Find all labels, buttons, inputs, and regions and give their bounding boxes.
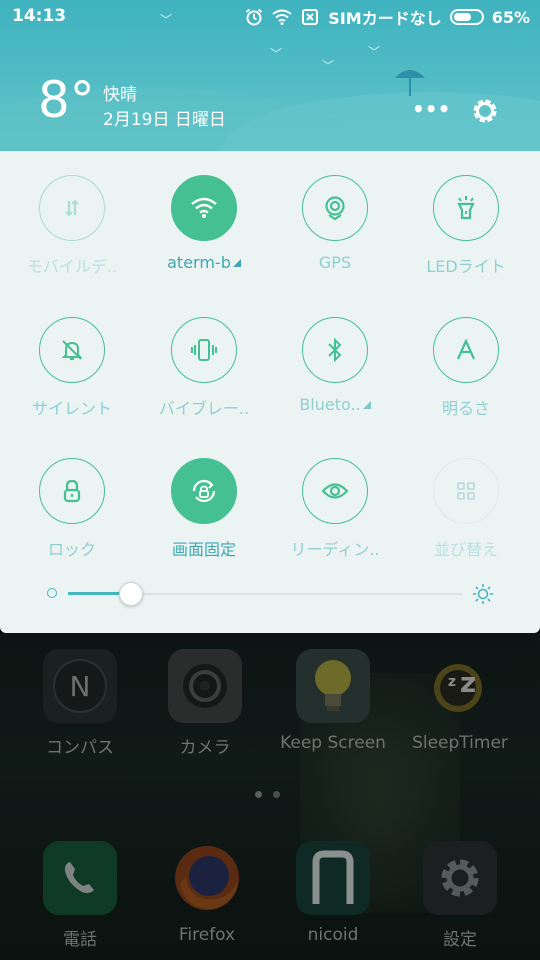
status-icons: SIMカードなし 65% (244, 5, 530, 29)
firefox-icon[interactable] (170, 841, 244, 915)
app-label: カメラ (179, 738, 231, 758)
app-camera[interactable]: カメラ (140, 633, 270, 758)
app-label: 設定 (443, 930, 477, 950)
tile-label: ロック (47, 540, 96, 559)
tile-mobile-data[interactable]: モバイルデ.. (7, 175, 137, 295)
tile-bluetooth[interactable]: Blueto.. (270, 317, 400, 437)
app-label: 電話 (63, 930, 97, 950)
tile-label: 画面固定 (171, 540, 236, 559)
tile-label: 明るさ (441, 399, 490, 418)
bird-decoration: ﹀ (270, 47, 283, 61)
home-screen: N コンパス カメラ Keep Screen zz SleepTimer 電話 (0, 633, 540, 960)
tile-screen-pin[interactable]: 画面固定 (139, 458, 269, 578)
tile-label: Blueto.. (270, 395, 400, 414)
temperature: 8° (38, 71, 95, 129)
status-time: 14:13 (12, 6, 67, 26)
app-label: nicoid (307, 925, 359, 945)
brightness-slider[interactable] (40, 579, 500, 609)
app-nicoid[interactable]: nicoid (268, 825, 398, 945)
umbrella-icon (395, 70, 425, 96)
battery-percent: 65% (491, 7, 530, 27)
tile-wifi[interactable]: aterm-b (139, 175, 269, 295)
app-label: SleepTimer (412, 733, 508, 753)
dropdown-triangle-icon (362, 401, 371, 409)
tile-label: 並び替え (433, 540, 498, 559)
tile-label: リーディン.. (290, 540, 380, 559)
sleep-timer-icon[interactable]: zz (423, 649, 497, 723)
app-firefox[interactable]: Firefox (142, 825, 272, 945)
tile-reading-mode[interactable]: リーディン.. (270, 458, 400, 578)
alarm-icon (244, 7, 264, 27)
bird-decoration: ﹀ (368, 45, 381, 59)
flashlight-icon[interactable] (433, 175, 499, 241)
status-bar: 14:13 SIMカードなし 65% (0, 0, 540, 32)
bluetooth-icon[interactable] (302, 317, 368, 383)
rotation-lock-icon[interactable] (171, 458, 237, 524)
tile-label: サイレント (31, 399, 112, 418)
bird-decoration: ﹀ (322, 59, 335, 73)
wifi-icon (272, 7, 292, 27)
tile-label: バイブレー.. (158, 399, 250, 418)
tile-label: モバイルデ.. (26, 257, 118, 276)
app-label: Firefox (178, 925, 236, 945)
app-phone[interactable]: 電話 (15, 825, 145, 950)
mobile-data-icon[interactable] (39, 175, 105, 241)
wifi-icon[interactable] (171, 175, 237, 241)
carrier-text: SIMカードなし (328, 9, 442, 28)
quick-settings-panel: モバイルデ.. aterm-b GPS LEDライト サイレント バイブレー.. (0, 151, 540, 633)
notification-header: ﹀ ﹀ ﹀ ﹀ 14:13 SIMカードなし 65% 8° 快晴 2月19日 日… (0, 0, 540, 152)
auto-brightness-icon[interactable] (433, 317, 499, 383)
svg-text:z: z (460, 666, 476, 699)
eye-icon[interactable] (302, 458, 368, 524)
no-sim-icon (300, 7, 320, 27)
page-dot (273, 791, 280, 798)
weather-date: 2月19日 日曜日 (103, 110, 226, 130)
svg-text:z: z (448, 674, 456, 690)
tile-silent[interactable]: サイレント (7, 317, 137, 437)
svg-text:N: N (70, 670, 91, 703)
dropdown-triangle-icon (232, 259, 241, 267)
phone-icon[interactable] (43, 841, 117, 915)
app-settings[interactable]: 設定 (395, 825, 525, 950)
tile-reorder[interactable]: 並び替え (401, 458, 531, 578)
settings-icon[interactable] (423, 841, 497, 915)
compass-icon[interactable]: N (43, 649, 117, 723)
app-label: コンパス (46, 738, 114, 758)
nicoid-icon[interactable] (296, 841, 370, 915)
slider-thumb[interactable] (119, 582, 144, 606)
brightness-high-icon (473, 584, 493, 604)
tile-label: aterm-b (139, 253, 269, 272)
app-keep-screen[interactable]: Keep Screen (268, 633, 398, 753)
camera-icon[interactable] (168, 649, 242, 723)
page-dot-active (255, 791, 262, 798)
tile-lock[interactable]: ロック (7, 458, 137, 578)
battery-icon (449, 9, 484, 25)
lock-icon[interactable] (39, 458, 105, 524)
weather-condition: 快晴 (103, 85, 137, 105)
vibrate-icon[interactable] (171, 317, 237, 383)
page-indicator (255, 791, 285, 799)
tile-label: GPS (318, 253, 352, 272)
app-sleeptimer[interactable]: zz SleepTimer (395, 633, 525, 753)
tile-brightness[interactable]: 明るさ (401, 317, 531, 437)
grid-icon[interactable] (433, 458, 499, 524)
tile-label: LEDライト (426, 257, 506, 276)
tile-flashlight[interactable]: LEDライト (401, 175, 531, 295)
gps-icon[interactable] (302, 175, 368, 241)
app-compass[interactable]: N コンパス (15, 633, 145, 758)
app-label: Keep Screen (280, 733, 386, 753)
gear-icon[interactable] (469, 95, 501, 127)
bell-off-icon[interactable] (39, 317, 105, 383)
tile-vibrate[interactable]: バイブレー.. (139, 317, 269, 437)
tile-gps[interactable]: GPS (270, 175, 400, 295)
brightness-low-icon (47, 588, 57, 598)
more-button[interactable]: ••• (412, 98, 450, 124)
bulb-icon[interactable] (296, 649, 370, 723)
